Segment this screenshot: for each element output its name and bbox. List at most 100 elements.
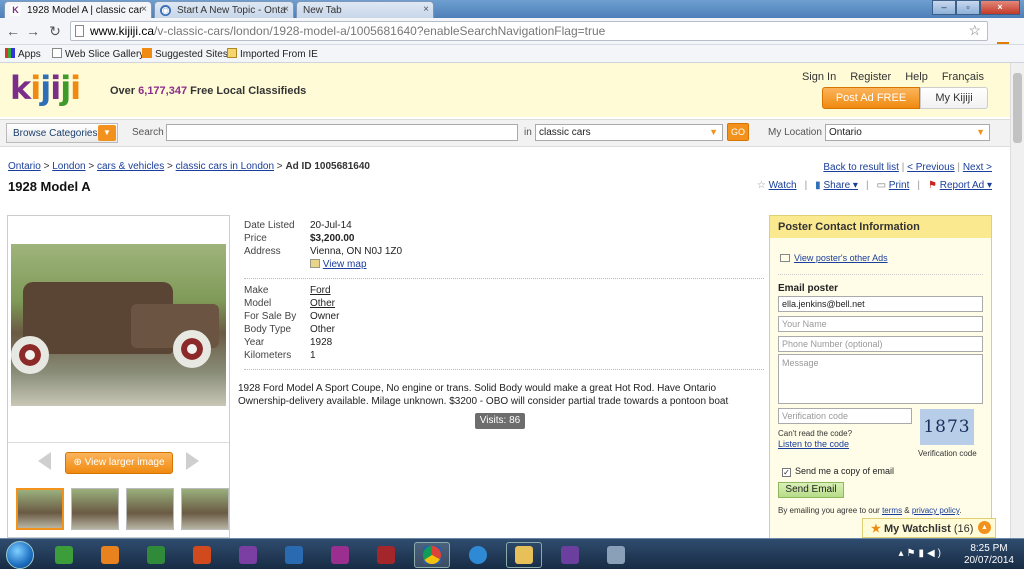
breadcrumb-cars[interactable]: cars & vehicles <box>97 161 164 172</box>
bookmark-imported[interactable]: Imported From IE <box>227 48 318 60</box>
clock[interactable]: 8:25 PM 20/07/2014 <box>964 543 1014 567</box>
minimize-icon[interactable]: – <box>932 0 956 15</box>
go-button[interactable]: GO <box>727 123 749 141</box>
forward-arrow-icon[interactable]: → <box>24 23 42 39</box>
email-field[interactable]: ella.jenkins@bell.net <box>778 296 983 312</box>
privacy-link[interactable]: privacy policy <box>912 506 959 515</box>
post-ad-button[interactable]: Post Ad FREE <box>822 87 920 109</box>
listen-code-link[interactable]: Listen to the code <box>778 439 849 449</box>
thumbnail[interactable] <box>16 488 64 530</box>
tab-kijiji[interactable]: K 1928 Model A | classic car × <box>4 1 152 18</box>
view-map-link[interactable]: View map <box>323 259 367 270</box>
breadcrumb-ontario[interactable]: Ontario <box>8 161 41 172</box>
send-email-button[interactable]: Send Email <box>778 482 844 498</box>
kijiji-logo[interactable]: kijiji <box>10 69 81 107</box>
search-label: Search <box>132 127 164 138</box>
name-field[interactable]: Your Name <box>778 316 983 332</box>
tab-new-tab[interactable]: New Tab × <box>296 1 434 18</box>
close-tab-icon[interactable]: × <box>141 4 147 15</box>
message-field[interactable]: Message <box>778 354 983 404</box>
thumbnail[interactable] <box>181 488 229 530</box>
report-link[interactable]: Report Ad ▾ <box>940 180 992 191</box>
view-map[interactable]: View map <box>310 259 367 270</box>
print-action[interactable]: ▭ Print <box>877 180 910 191</box>
breadcrumb-classic-cars[interactable]: classic cars in London <box>176 161 274 172</box>
phone-field[interactable]: Phone Number (optional) <box>778 336 983 352</box>
maximize-icon[interactable]: ▫ <box>956 0 980 15</box>
register-link[interactable]: Register <box>850 71 891 83</box>
header-links: Sign In Register Help Français <box>802 71 984 83</box>
address-bar[interactable]: www.kijiji.ca/v-classic-cars/london/1928… <box>70 21 988 41</box>
detail-value: 1 <box>310 350 316 361</box>
share-action[interactable]: ▮ Share ▾ <box>815 180 858 191</box>
taskbar-app-icon[interactable] <box>92 542 128 568</box>
search-input[interactable] <box>166 124 518 141</box>
sign-in-link[interactable]: Sign In <box>802 71 836 83</box>
scrollbar-thumb[interactable] <box>1013 73 1022 143</box>
system-tray[interactable]: ▴⚑▮◀) <box>898 548 944 559</box>
publisher-icon[interactable] <box>276 542 312 568</box>
bookmark-suggested[interactable]: Suggested Sites <box>142 48 228 60</box>
my-kijiji-button[interactable]: My Kijiji <box>920 87 988 109</box>
access-icon[interactable] <box>368 542 404 568</box>
close-window-icon[interactable]: × <box>980 0 1020 15</box>
start-button[interactable] <box>6 541 34 569</box>
previous-link[interactable]: < Previous <box>907 162 955 173</box>
next-link[interactable]: Next > <box>963 162 992 173</box>
close-tab-icon[interactable]: × <box>423 4 429 15</box>
scrollbar[interactable] <box>1010 63 1024 538</box>
chevron-up-icon[interactable]: ▲ <box>978 521 991 534</box>
my-watchlist-bar[interactable]: ★ My Watchlist (16) ▲ <box>862 518 996 538</box>
page-icon <box>52 48 62 58</box>
onenote-icon[interactable] <box>230 542 266 568</box>
share-link[interactable]: Share ▾ <box>823 180 857 191</box>
thumbnail[interactable] <box>126 488 174 530</box>
detail-label: Price <box>244 233 267 244</box>
back-to-results-link[interactable]: Back to result list <box>823 162 899 173</box>
help-link[interactable]: Help <box>905 71 928 83</box>
taskbar-app-icon[interactable] <box>552 542 588 568</box>
view-larger-image-button[interactable]: ⊕ View larger image <box>65 452 173 474</box>
report-action[interactable]: ⚑ Report Ad ▾ <box>928 180 992 191</box>
reload-icon[interactable]: ↻ <box>46 23 64 40</box>
previous-image-icon[interactable] <box>38 452 51 470</box>
bookmark-web-slice[interactable]: Web Slice Gallery <box>52 48 144 60</box>
close-tab-icon[interactable]: × <box>283 4 289 15</box>
main-photo[interactable] <box>11 244 226 406</box>
verification-field[interactable]: Verification code <box>778 408 912 424</box>
bookmark-star-icon[interactable]: ☆ <box>968 22 981 39</box>
folder-icon[interactable] <box>506 542 542 568</box>
category-select[interactable]: classic cars ▼ <box>535 124 723 141</box>
detail-row: Price $3,200.00 <box>244 233 764 246</box>
watch-link[interactable]: Watch <box>769 180 797 191</box>
other-ads-link[interactable]: View poster's other Ads <box>794 253 888 263</box>
chrome-icon[interactable] <box>414 542 450 568</box>
thumbnail[interactable] <box>71 488 119 530</box>
location-select[interactable]: Ontario ▼ <box>825 124 990 141</box>
bookmark-apps[interactable]: Apps <box>5 48 41 60</box>
francais-link[interactable]: Français <box>942 71 984 83</box>
ie-icon[interactable] <box>460 542 496 568</box>
bookmarks-bar: Apps Web Slice Gallery Suggested Sites I… <box>0 45 1024 63</box>
infopath-icon[interactable] <box>322 542 358 568</box>
back-arrow-icon[interactable]: ← <box>4 23 22 39</box>
model-link[interactable]: Other <box>310 298 335 309</box>
terms-link[interactable]: terms <box>882 506 902 515</box>
print-link[interactable]: Print <box>889 180 910 191</box>
send-copy-checkbox[interactable]: ✓ Send me a copy of email <box>782 466 894 477</box>
divider <box>8 442 229 443</box>
tab-start-topic[interactable]: ◉ Start A New Topic - Onta × <box>154 1 294 18</box>
wheel-shape <box>11 336 49 374</box>
browse-label: Browse Categories <box>13 128 98 139</box>
watch-action[interactable]: ☆ Watch <box>757 180 797 191</box>
make-link[interactable]: Ford <box>310 285 331 296</box>
next-image-icon[interactable] <box>186 452 199 470</box>
excel-icon[interactable] <box>138 542 174 568</box>
powerpoint-icon[interactable] <box>184 542 220 568</box>
other-ads[interactable]: View poster's other Ads <box>780 253 888 263</box>
breadcrumb-london[interactable]: London <box>52 161 85 172</box>
taskbar-app-icon[interactable] <box>46 542 82 568</box>
browse-categories-button[interactable]: Browse Categories ▼ <box>6 123 118 143</box>
share-icon: ▮ <box>815 180 821 191</box>
taskbar-app-icon[interactable] <box>598 542 634 568</box>
